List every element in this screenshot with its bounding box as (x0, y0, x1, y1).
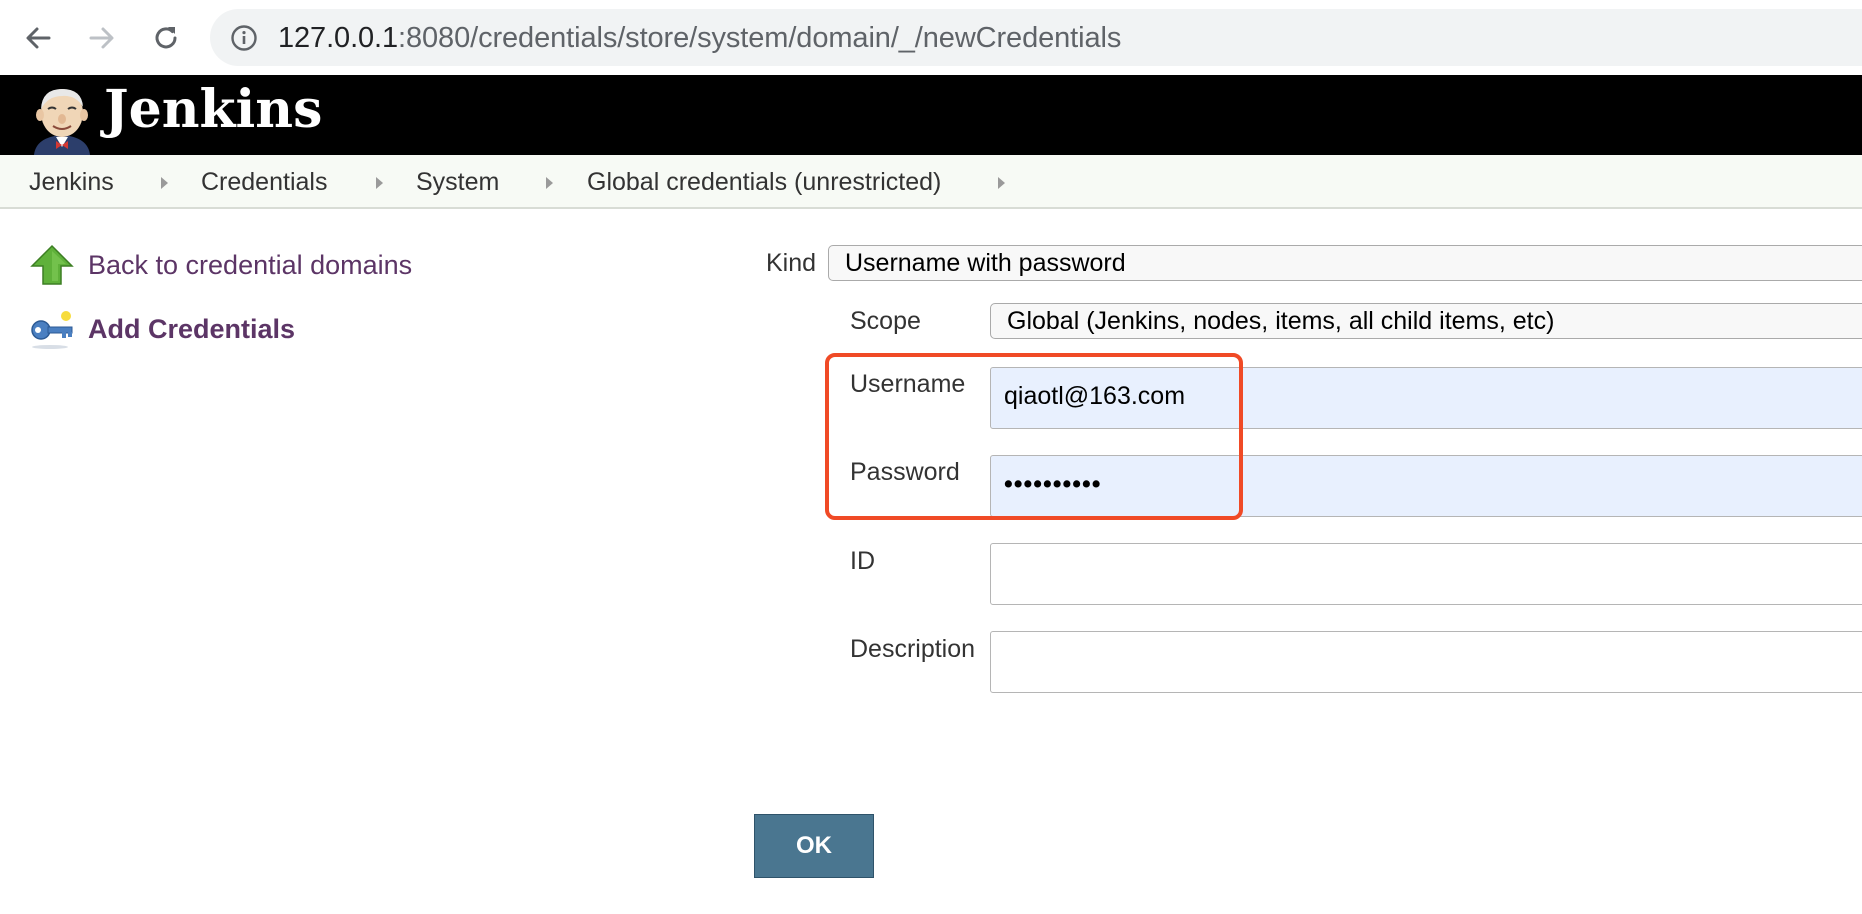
back-to-domains-link[interactable]: Back to credential domains (88, 250, 412, 281)
scope-select[interactable]: Global (Jenkins, nodes, items, all child… (990, 303, 1862, 339)
jenkins-butler-icon[interactable] (26, 83, 98, 155)
breadcrumb-arrow-icon[interactable] (546, 177, 553, 189)
breadcrumb-jenkins[interactable]: Jenkins (29, 168, 114, 197)
url-text[interactable]: 127.0.0.1:8080/credentials/store/system/… (278, 22, 1121, 55)
kind-label: Kind (766, 249, 817, 277)
url-path: :8080/credentials/store/system/domain/_/… (398, 22, 1122, 54)
description-field[interactable] (990, 631, 1862, 693)
add-credentials-task[interactable]: Add Credentials (28, 307, 295, 351)
ok-button[interactable]: OK (754, 814, 874, 878)
breadcrumb-global-credentials[interactable]: Global credentials (unrestricted) (587, 168, 941, 197)
forward-arrow-icon[interactable] (78, 14, 126, 62)
up-arrow-icon (30, 244, 74, 285)
breadcrumb-credentials[interactable]: Credentials (201, 168, 327, 197)
breadcrumb: Jenkins Credentials System Global creden… (0, 155, 1862, 209)
back-arrow-icon[interactable] (14, 14, 62, 62)
kind-select[interactable]: Username with password (828, 245, 1862, 281)
id-field[interactable] (990, 543, 1862, 605)
key-icon (31, 311, 73, 349)
breadcrumb-arrow-icon[interactable] (998, 177, 1005, 189)
highlight-annotation (825, 353, 1243, 520)
breadcrumb-arrow-icon[interactable] (376, 177, 383, 189)
jenkins-title[interactable]: Jenkins (104, 79, 322, 140)
reload-icon[interactable] (142, 14, 190, 62)
breadcrumb-arrow-icon[interactable] (161, 177, 168, 189)
jenkins-header: Jenkins (0, 75, 1862, 155)
browser-toolbar: 127.0.0.1:8080/credentials/store/system/… (0, 0, 1862, 75)
info-icon[interactable] (230, 24, 258, 52)
address-bar[interactable]: 127.0.0.1:8080/credentials/store/system/… (210, 9, 1862, 66)
add-credentials-link[interactable]: Add Credentials (88, 314, 295, 345)
breadcrumb-system[interactable]: System (416, 168, 499, 197)
back-to-domains-task[interactable]: Back to credential domains (28, 243, 412, 287)
id-label: ID (850, 547, 875, 575)
description-label: Description (850, 635, 976, 663)
url-host: 127.0.0.1 (278, 22, 399, 54)
scope-label: Scope (850, 307, 921, 335)
